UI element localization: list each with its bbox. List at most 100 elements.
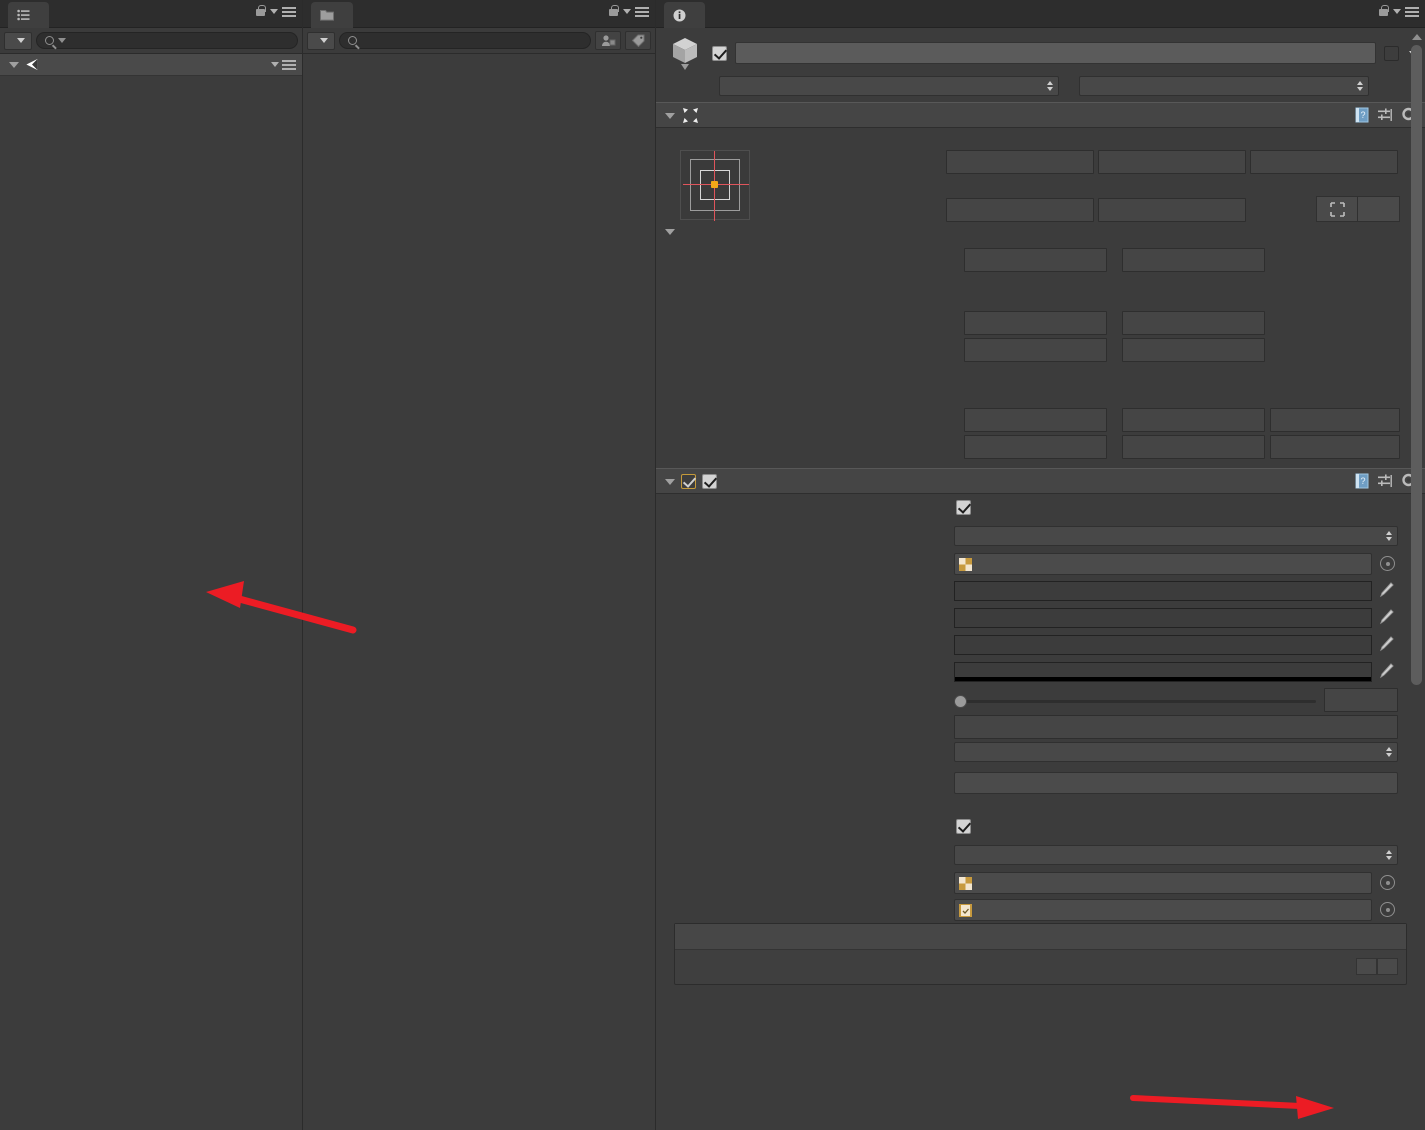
search-by-type-icon[interactable] (595, 31, 621, 50)
highlighted-color-swatch[interactable] (954, 608, 1372, 628)
chevron-down-icon[interactable] (271, 62, 279, 67)
group-picker-icon[interactable] (1380, 902, 1395, 917)
toggle-transition-dropdown[interactable] (954, 845, 1398, 865)
menu-icon[interactable] (282, 6, 296, 17)
normal-color-swatch[interactable] (954, 581, 1372, 601)
rotation-x-input[interactable] (964, 408, 1107, 432)
scale-z-input[interactable] (1270, 435, 1400, 459)
anchor-preset-widget[interactable] (680, 150, 750, 221)
add-event-button[interactable] (1356, 958, 1377, 975)
chevron-down-icon[interactable] (623, 9, 631, 14)
project-tab-right-icons (608, 5, 649, 18)
eyedropper-icon[interactable] (1378, 582, 1394, 600)
graphic-objectfield[interactable] (954, 872, 1372, 894)
anchors-foldout[interactable] (664, 226, 678, 237)
color-multiplier-input[interactable] (1324, 688, 1398, 712)
scale-x-input[interactable] (964, 435, 1107, 459)
eyedropper-icon[interactable] (1378, 636, 1394, 654)
slider-handle[interactable] (954, 695, 967, 708)
color-multiplier-slider[interactable] (954, 695, 1316, 708)
anchor-min-y-input[interactable] (1122, 248, 1265, 272)
pivot-x-input[interactable] (964, 338, 1107, 362)
chevron-down-icon[interactable] (664, 226, 675, 237)
tab-inspector[interactable] (664, 2, 705, 28)
folder-icon (320, 10, 334, 21)
disabled-color-swatch[interactable] (954, 662, 1372, 682)
gameobject-cube-icon (673, 38, 697, 70)
tab-hierarchy[interactable] (8, 2, 49, 28)
chevron-down-icon[interactable] (1393, 9, 1401, 14)
is-on-checkbox[interactable] (956, 819, 971, 834)
eyedropper-icon[interactable] (1378, 663, 1394, 681)
project-toolbar (303, 28, 655, 54)
visualize-button[interactable] (954, 772, 1398, 794)
pos-x-input[interactable] (946, 150, 1094, 174)
remove-event-button[interactable] (1377, 958, 1398, 975)
project-search-input[interactable] (339, 32, 591, 49)
chevron-down-icon[interactable] (270, 9, 278, 14)
toggle-script-body (656, 494, 1425, 739)
menu-icon[interactable] (1405, 6, 1419, 17)
tag-dropdown[interactable] (719, 76, 1059, 96)
tab-project[interactable] (311, 2, 353, 28)
rotation-z-input[interactable] (1270, 408, 1400, 432)
project-create-button[interactable] (307, 31, 335, 50)
static-checkbox[interactable] (1384, 45, 1399, 61)
gameobject-header (656, 28, 1425, 72)
rect-transform-header[interactable]: ? (656, 102, 1425, 128)
unity-scene-icon (26, 58, 38, 71)
height-input[interactable] (1098, 198, 1246, 222)
preset-icon[interactable] (1378, 474, 1393, 489)
rotation-y-input[interactable] (1122, 408, 1265, 432)
project-tabbar (303, 0, 655, 28)
help-icon[interactable]: ? (1355, 107, 1370, 123)
search-by-label-icon[interactable] (625, 31, 651, 50)
blueprint-icon (1329, 201, 1345, 217)
anchor-min-x-input[interactable] (964, 248, 1107, 272)
scene-root-row[interactable] (0, 54, 302, 76)
transition-dropdown[interactable] (954, 526, 1398, 546)
hierarchy-search-input[interactable] (36, 32, 298, 49)
blueprint-mode-button[interactable] (1316, 196, 1358, 222)
pos-y-input[interactable] (1098, 150, 1246, 174)
layer-dropdown[interactable] (1079, 76, 1369, 96)
pos-z-input[interactable] (1250, 150, 1398, 174)
toggle-component-enabled-checkbox[interactable] (681, 473, 696, 489)
target-graphic-picker-icon[interactable] (1380, 556, 1395, 571)
chevron-down-icon[interactable] (664, 476, 675, 487)
hierarchy-create-button[interactable] (4, 31, 32, 50)
chevron-down-icon[interactable] (664, 110, 675, 121)
component-icons: ? (1355, 473, 1417, 489)
lock-icon[interactable] (1378, 5, 1389, 18)
toggle-script-header[interactable]: ? (656, 468, 1425, 494)
on-value-changed-box (674, 923, 1407, 985)
menu-icon[interactable] (635, 6, 649, 17)
anchor-max-y-input[interactable] (1122, 311, 1265, 335)
menu-icon[interactable] (282, 59, 296, 70)
alpha-track (955, 677, 1371, 681)
pressed-color-swatch[interactable] (954, 635, 1372, 655)
gameobject-name-input[interactable] (735, 42, 1376, 64)
chevron-down-icon[interactable] (8, 59, 19, 70)
scrollbar-thumb[interactable] (1411, 45, 1422, 685)
anchor-max-x-input[interactable] (964, 311, 1107, 335)
navigation-dropdown[interactable] (954, 742, 1398, 762)
graphic-picker-icon[interactable] (1380, 875, 1395, 890)
lock-icon[interactable] (255, 5, 266, 18)
width-input[interactable] (946, 198, 1094, 222)
eyedropper-icon[interactable] (1378, 609, 1394, 627)
gameobject-active-checkbox[interactable] (712, 45, 727, 61)
pivot-y-input[interactable] (1122, 338, 1265, 362)
group-objectfield[interactable] (954, 899, 1372, 921)
scale-y-input[interactable] (1122, 435, 1265, 459)
scroll-up-icon[interactable] (1410, 30, 1423, 43)
interactable-checkbox[interactable] (956, 500, 971, 515)
toggle-state-body (656, 814, 1425, 921)
target-graphic-objectfield[interactable] (954, 553, 1372, 575)
inspector-scrollbar[interactable] (1410, 30, 1423, 1126)
lock-icon[interactable] (608, 5, 619, 18)
inspector-tab-right-icons (1378, 5, 1419, 18)
help-icon[interactable]: ? (1355, 473, 1370, 489)
preset-icon[interactable] (1378, 108, 1393, 123)
raw-edit-button[interactable] (1358, 196, 1400, 222)
